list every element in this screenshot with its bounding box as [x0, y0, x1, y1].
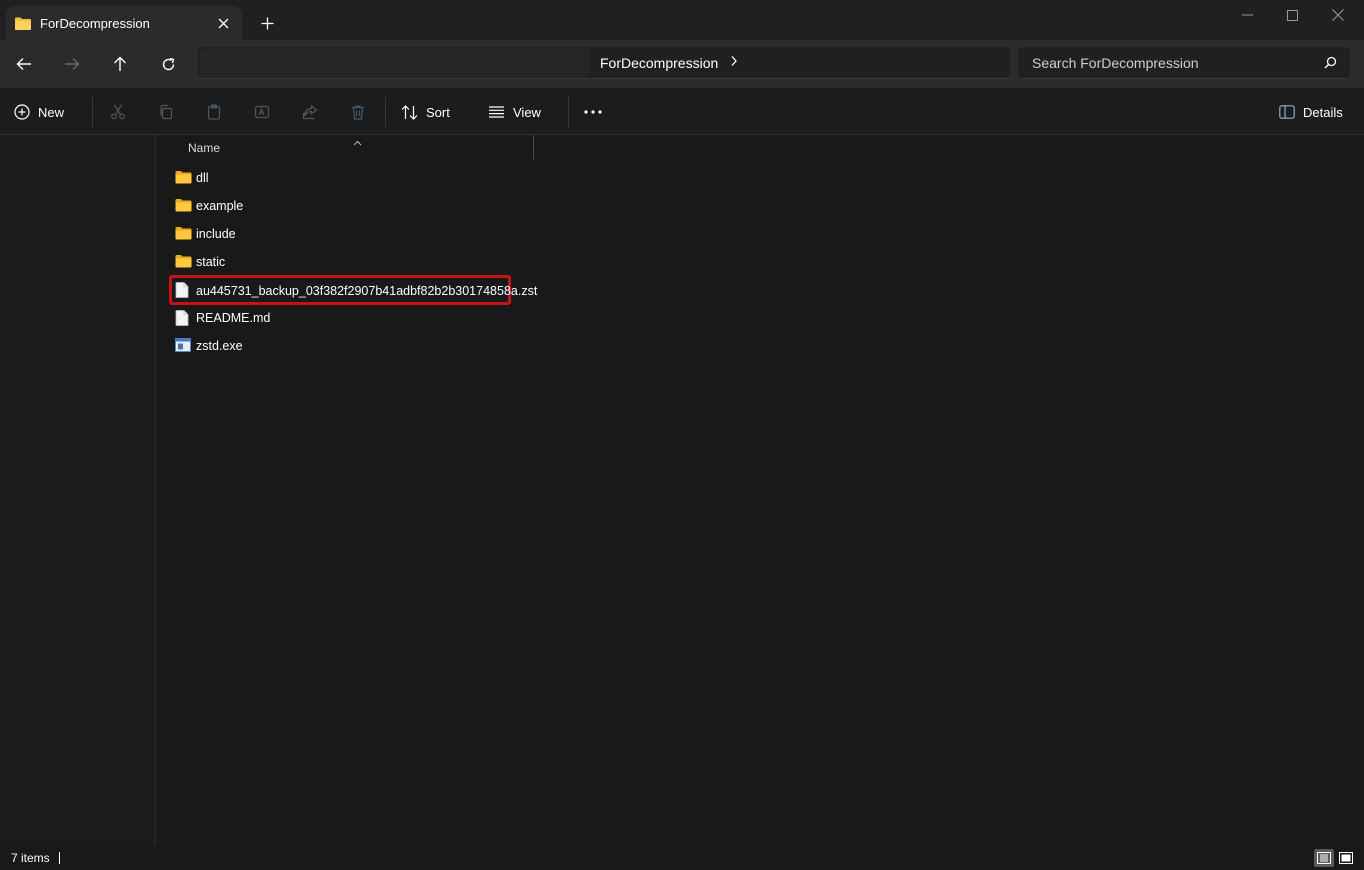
- up-button[interactable]: [107, 51, 133, 77]
- folder-icon: [175, 254, 192, 270]
- new-button[interactable]: New: [14, 100, 64, 124]
- rename-icon: [254, 105, 270, 119]
- rename-button[interactable]: [254, 100, 270, 124]
- plus-circle-icon: [14, 104, 30, 120]
- close-icon: [1332, 9, 1344, 21]
- share-icon: [302, 104, 318, 120]
- delete-button[interactable]: [350, 100, 366, 124]
- column-resize-handle[interactable]: [533, 135, 534, 159]
- search-icon[interactable]: [1324, 56, 1337, 72]
- view-button-label: View: [513, 104, 541, 120]
- paste-button[interactable]: [206, 100, 222, 124]
- sort-button[interactable]: Sort: [401, 100, 450, 124]
- new-button-label: New: [38, 104, 65, 120]
- file-name: static: [196, 255, 226, 269]
- search-box[interactable]: [1018, 47, 1350, 79]
- tab-label: ForDecompression: [40, 16, 150, 31]
- title-bar: ForDecompression: [0, 0, 1364, 40]
- file-list: Name dll example include static au445731…: [157, 135, 1364, 846]
- minimize-icon: [1241, 14, 1253, 16]
- file-name: include: [196, 227, 236, 241]
- folder-icon: [14, 16, 32, 34]
- chevron-right-icon[interactable]: [730, 55, 738, 70]
- file-name: example: [196, 199, 244, 213]
- refresh-button[interactable]: [155, 51, 181, 77]
- details-pane-icon: [1279, 105, 1295, 119]
- maximize-button[interactable]: [1269, 4, 1315, 26]
- maximize-icon: [1286, 9, 1298, 21]
- command-bar: New Sort View Details: [0, 88, 1364, 135]
- list-item[interactable]: example: [171, 194, 511, 218]
- list-item[interactable]: dll: [171, 166, 511, 190]
- folder-icon: [175, 170, 192, 186]
- file-name: dll: [196, 171, 209, 185]
- tiles-view-button[interactable]: [1336, 849, 1356, 867]
- list-item-highlighted[interactable]: au445731_backup_03f382f2907b41adbf82b2b3…: [169, 275, 537, 305]
- more-options-button[interactable]: [584, 100, 602, 124]
- folder-icon: [175, 226, 192, 242]
- details-pane-button[interactable]: Details: [1279, 100, 1343, 124]
- file-icon: [175, 282, 192, 298]
- forward-button[interactable]: [59, 51, 85, 77]
- details-view-icon: [1317, 852, 1331, 864]
- sort-button-label: Sort: [426, 104, 450, 120]
- list-view-icon: [489, 106, 504, 118]
- details-view-button[interactable]: [1314, 849, 1334, 867]
- close-icon: [218, 18, 228, 28]
- list-item[interactable]: static: [171, 250, 511, 274]
- arrow-up-icon: [114, 56, 126, 71]
- refresh-icon: [162, 57, 174, 70]
- sort-icon: [401, 104, 418, 120]
- exe-icon: [175, 338, 192, 354]
- navigation-bar: ForDecompression: [0, 40, 1364, 88]
- plus-icon: [261, 17, 273, 29]
- list-item[interactable]: include: [171, 222, 511, 246]
- search-input[interactable]: [1018, 47, 1318, 78]
- close-tab-button[interactable]: [214, 14, 232, 32]
- list-item[interactable]: README.md: [171, 306, 511, 330]
- trash-icon: [352, 105, 364, 120]
- file-icon: [175, 310, 192, 326]
- close-window-button[interactable]: [1315, 4, 1361, 26]
- status-bar: 7 items: [0, 846, 1364, 870]
- arrow-right-icon: [65, 58, 80, 70]
- address-bar[interactable]: ForDecompression: [198, 47, 1010, 79]
- column-header-row: Name: [157, 135, 534, 161]
- copy-button[interactable]: [158, 100, 174, 124]
- item-count: 7 items: [11, 851, 50, 865]
- folder-icon: [175, 198, 192, 214]
- tab-fordecompression[interactable]: ForDecompression: [6, 6, 242, 40]
- file-name: au445731_backup_03f382f2907b41adbf82b2b3…: [196, 284, 538, 298]
- view-button[interactable]: View: [488, 100, 541, 124]
- copy-icon: [160, 104, 173, 120]
- minimize-button[interactable]: [1224, 4, 1270, 26]
- file-name: README.md: [196, 311, 271, 325]
- details-button-label: Details: [1303, 104, 1343, 120]
- arrow-left-icon: [16, 58, 31, 70]
- file-name: zstd.exe: [196, 339, 243, 353]
- back-button[interactable]: [11, 51, 37, 77]
- column-header-name[interactable]: Name: [188, 141, 220, 155]
- share-button[interactable]: [302, 100, 318, 124]
- breadcrumb-current-folder[interactable]: ForDecompression: [600, 55, 718, 71]
- cut-button[interactable]: [110, 100, 126, 124]
- new-tab-button[interactable]: [256, 12, 278, 34]
- list-item[interactable]: zstd.exe: [171, 334, 511, 358]
- tiles-view-icon: [1339, 852, 1353, 864]
- sort-ascending-icon: [353, 134, 362, 149]
- scissors-icon: [111, 104, 125, 120]
- clipboard-icon: [207, 104, 221, 120]
- more-icon: [584, 110, 602, 114]
- navigation-pane[interactable]: [0, 135, 156, 846]
